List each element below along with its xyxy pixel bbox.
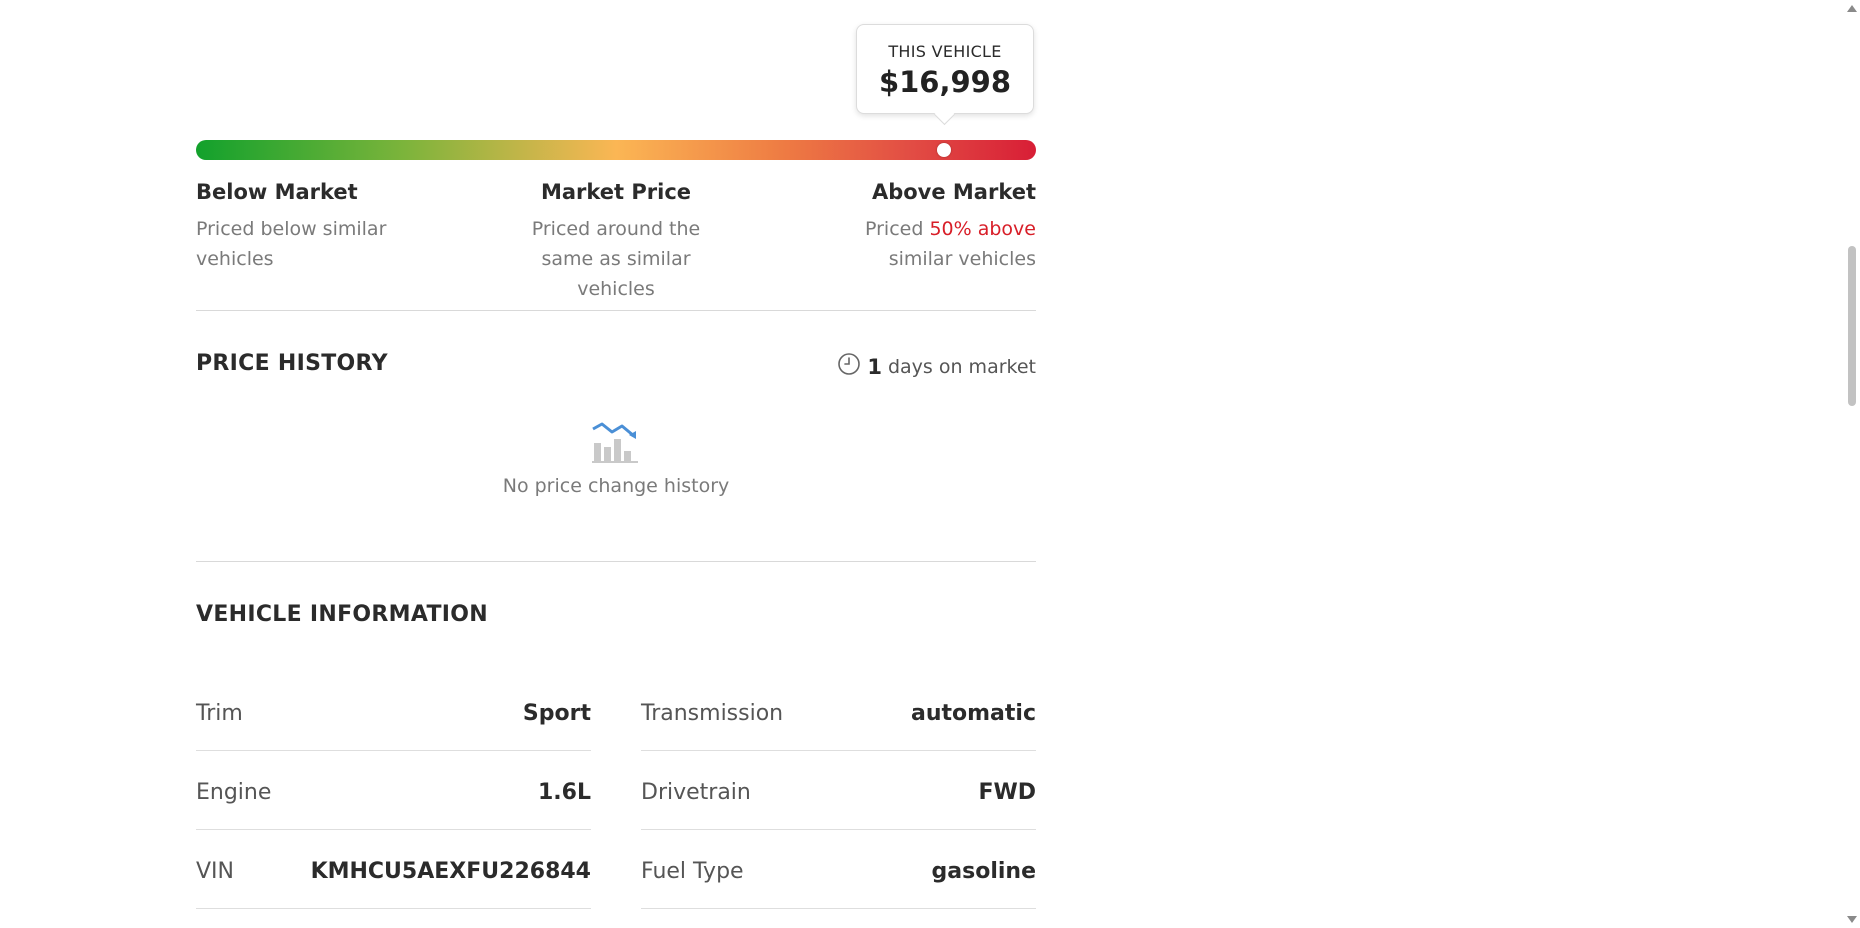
price-history-empty: No price change history: [196, 421, 1036, 497]
above-market-desc-suffix: similar vehicles: [888, 248, 1036, 270]
price-indicator-knob: [936, 143, 951, 157]
price-gauge: THIS VEHICLE $16,998: [196, 0, 1036, 170]
vehicle-info-grid: Trim Sport Engine 1.6L VIN KMHCU5AEXFU22…: [196, 672, 1036, 909]
tooltip-label: THIS VEHICLE: [888, 42, 1002, 61]
info-row-vin: VIN KMHCU5AEXFU226844: [196, 830, 591, 909]
info-value: 1.6L: [538, 779, 591, 805]
legend-market-price: Market Price Priced around the same as s…: [506, 180, 726, 304]
empty-history-message: No price change history: [502, 475, 730, 497]
chart-down-icon: [590, 422, 642, 469]
price-history-section: PRICE HISTORY 1 days on market No price …: [196, 311, 1036, 561]
info-row-trim: Trim Sport: [196, 672, 591, 751]
info-row-drivetrain: Drivetrain FWD: [641, 751, 1036, 830]
vehicle-information-title: VEHICLE INFORMATION: [196, 602, 488, 627]
info-value: KMHCU5AEXFU226844: [310, 858, 591, 884]
divider: [196, 561, 1036, 562]
above-market-highlight: 50% above: [929, 218, 1036, 240]
info-row-fuel-type: Fuel Type gasoline: [641, 830, 1036, 909]
tooltip-price: $16,998: [878, 65, 1012, 99]
main-content: THIS VEHICLE $16,998 Below Market Priced…: [196, 0, 1036, 909]
legend-below-market: Below Market Priced below similar vehicl…: [196, 180, 396, 274]
price-gradient-bar: [196, 140, 1036, 160]
clock-icon: [837, 352, 861, 381]
info-value: Sport: [522, 700, 591, 726]
days-value: 1: [867, 354, 882, 379]
page-scrollbar[interactable]: [1844, 0, 1860, 928]
info-row-engine: Engine 1.6L: [196, 751, 591, 830]
above-market-desc-prefix: Priced: [864, 218, 924, 240]
scroll-down-arrow-icon[interactable]: [1847, 916, 1857, 923]
info-value: FWD: [978, 779, 1036, 805]
info-value: automatic: [910, 700, 1036, 726]
vehicle-info-right-column: Transmission automatic Drivetrain FWD Fu…: [641, 672, 1036, 909]
above-market-desc: Priced 50% above similar vehicles: [836, 214, 1036, 274]
scrollbar-thumb[interactable]: [1848, 246, 1856, 406]
below-market-title: Below Market: [196, 180, 358, 204]
price-legend: Below Market Priced below similar vehicl…: [196, 170, 1036, 310]
info-label: Trim: [196, 700, 243, 726]
price-history-title: PRICE HISTORY: [196, 351, 388, 376]
info-label: VIN: [196, 858, 234, 884]
below-market-desc: Priced below similar vehicles: [196, 218, 387, 270]
this-vehicle-tooltip: THIS VEHICLE $16,998: [856, 24, 1034, 114]
market-price-desc: Priced around the same as similar vehicl…: [531, 218, 701, 300]
vehicle-info-left-column: Trim Sport Engine 1.6L VIN KMHCU5AEXFU22…: [196, 672, 591, 909]
info-row-transmission: Transmission automatic: [641, 672, 1036, 751]
days-on-market: 1 days on market: [837, 352, 1036, 381]
days-label: days on market: [887, 355, 1036, 378]
market-price-title: Market Price: [540, 180, 692, 204]
above-market-title: Above Market: [871, 180, 1036, 204]
info-label: Engine: [196, 779, 272, 805]
scroll-up-arrow-icon[interactable]: [1847, 5, 1857, 12]
info-value: gasoline: [931, 858, 1036, 884]
info-label: Transmission: [641, 700, 784, 726]
legend-above-market: Above Market Priced 50% above similar ve…: [836, 180, 1036, 274]
info-label: Fuel Type: [641, 858, 744, 884]
vehicle-information-section: VEHICLE INFORMATION Trim Sport Engine 1.…: [196, 602, 1036, 909]
info-label: Drivetrain: [641, 779, 751, 805]
